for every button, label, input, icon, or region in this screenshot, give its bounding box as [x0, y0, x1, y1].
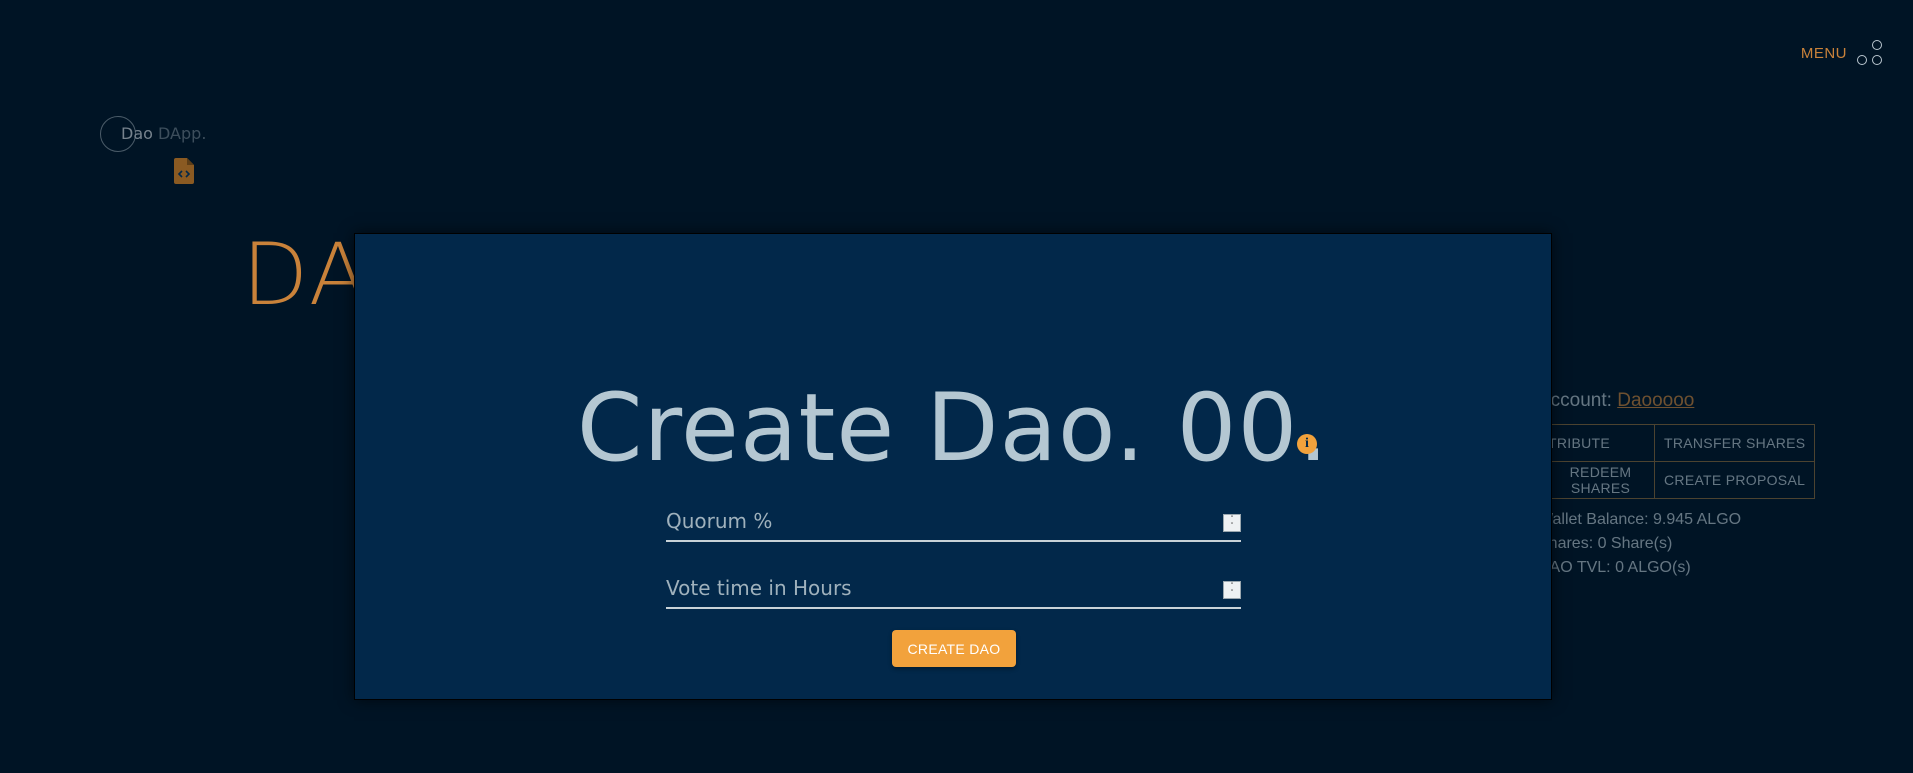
- wallet-balance: Wallet Balance: 9.945 ALGO: [1538, 511, 1742, 528]
- info-icon[interactable]: i: [1297, 434, 1317, 454]
- logo-text: Dao DApp.: [121, 124, 206, 143]
- code-file-icon[interactable]: [174, 158, 194, 184]
- logo-text-thin: DApp.: [158, 124, 207, 143]
- account-link[interactable]: Daooooo: [1617, 390, 1694, 411]
- logo-text-bold: Dao: [121, 124, 153, 143]
- create-dao-modal: Create Dao. 00. i ˄˅ ˄˅ CREATE DAO: [354, 233, 1552, 700]
- menu-button[interactable]: MENU: [1801, 40, 1883, 66]
- action-grid: TRIBUTE TRANSFER SHARES REDEEM SHARES CR…: [1537, 424, 1815, 499]
- tribute-button[interactable]: TRIBUTE: [1538, 424, 1655, 462]
- vote-time-field: ˄˅: [666, 569, 1241, 609]
- quorum-stepper-icon[interactable]: ˄ ˅: [1223, 514, 1241, 532]
- vote-time-stepper-icon[interactable]: ˄ ˅: [1223, 581, 1241, 599]
- vote-time-input[interactable]: [666, 569, 1241, 607]
- quorum-field: ˄˅: [666, 502, 1241, 542]
- quorum-input[interactable]: [666, 502, 1241, 540]
- create-proposal-button[interactable]: CREATE PROPOSAL: [1654, 461, 1815, 499]
- shares-count: Shares: 0 Share(s): [1538, 535, 1673, 552]
- redeem-shares-button[interactable]: REDEEM SHARES: [1537, 461, 1655, 499]
- modal-title: Create Dao. 00.: [576, 374, 1330, 483]
- dao-tvl: DAO TVL: 0 ALGO(s): [1538, 559, 1691, 576]
- menu-label: MENU: [1800, 44, 1847, 62]
- menu-dots-icon: [1857, 40, 1883, 66]
- create-dao-button[interactable]: CREATE DAO: [892, 630, 1016, 667]
- account-line: Account: Daooooo: [1538, 390, 1694, 412]
- dao-stats: Wallet Balance: 9.945 ALGO Shares: 0 Sha…: [1538, 508, 1741, 580]
- transfer-shares-button[interactable]: TRANSFER SHARES: [1654, 424, 1815, 462]
- app-logo[interactable]: Dao DApp.: [100, 116, 220, 152]
